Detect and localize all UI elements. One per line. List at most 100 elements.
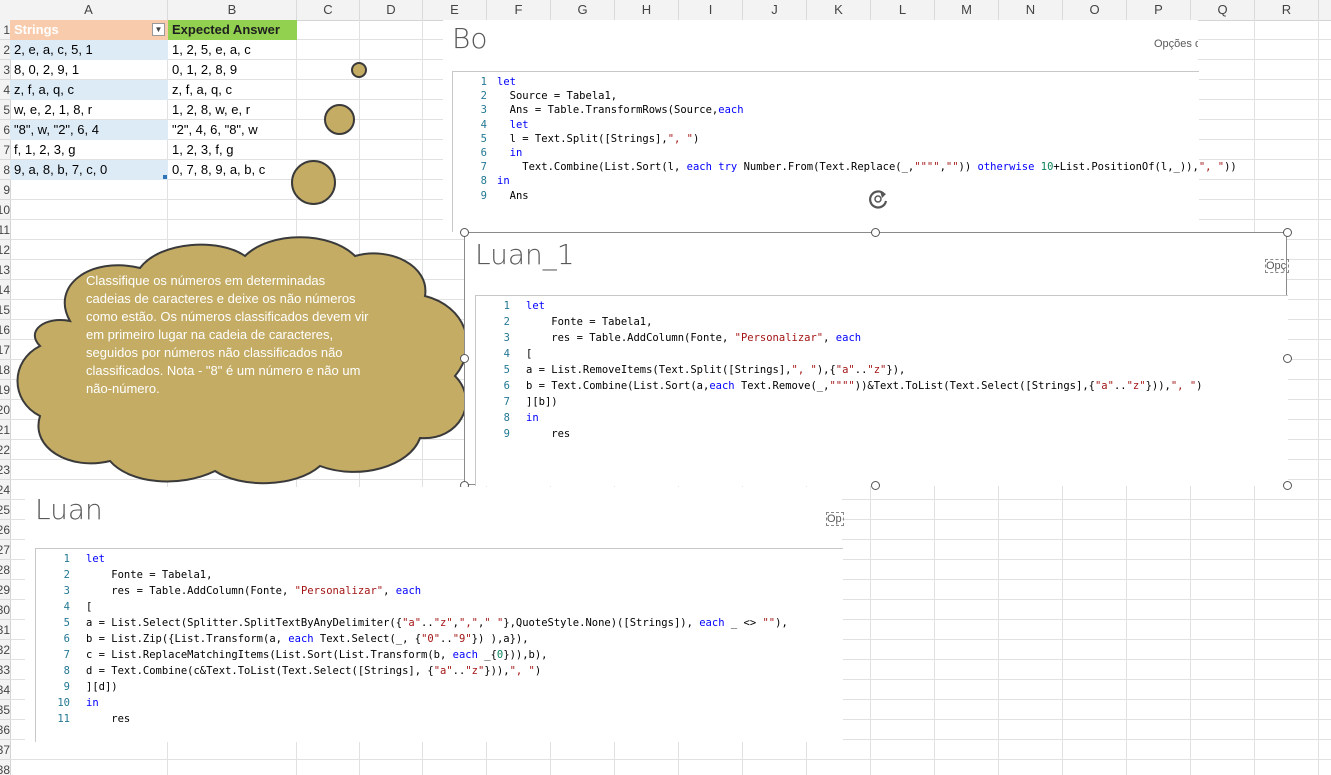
row-header-33[interactable]: 33 (0, 660, 10, 680)
row-header-31[interactable]: 31 (0, 620, 10, 640)
row-header-18[interactable]: 18 (0, 360, 10, 380)
table-cell-strings[interactable]: 2, e, a, c, 5, 1 (10, 40, 168, 60)
row-header-34[interactable]: 34 (0, 680, 10, 700)
code-line[interactable]: in (526, 412, 539, 424)
code-editor[interactable]: 1 let 2 Source = Tabela1, 3 Ans = Table.Tra… (452, 71, 1237, 232)
code-line[interactable]: b = Text.Combine(List.Sort(a,each Text.R… (526, 380, 1202, 392)
code-line[interactable]: [ (526, 348, 532, 360)
header-expected-answer[interactable]: Expected Answer (168, 20, 297, 40)
code-line[interactable]: Text.Combine(List.Sort(l, each try Numbe… (497, 161, 1236, 173)
code-line[interactable]: in (497, 147, 523, 159)
code-line[interactable]: let (497, 119, 529, 131)
row-header-10[interactable]: 10 (0, 200, 10, 220)
column-header-b[interactable]: B (168, 0, 297, 20)
table-cell-answer[interactable]: z, f, a, q, c (168, 80, 297, 100)
code-line[interactable]: a = List.Select(Splitter.SplitTextByAnyD… (86, 617, 788, 629)
header-strings[interactable]: Strings (10, 20, 168, 40)
code-editor[interactable]: 1 let 2 Fonte = Tabela1, 3 res = Table.AddC… (475, 295, 1288, 486)
code-line[interactable]: Ans = Table.TransformRows(Source,each (497, 104, 744, 116)
row-header-35[interactable]: 35 (0, 700, 10, 720)
row-header-3[interactable]: 3 (0, 60, 10, 80)
selection-handle-right[interactable] (1283, 354, 1292, 363)
column-header-m[interactable]: M (935, 0, 999, 20)
row-header-4[interactable]: 4 (0, 80, 10, 100)
panel-luan[interactable]: Luan Op 1 let 2 Fonte = Tabela1, 3 res = Ta… (25, 487, 844, 742)
column-header-o[interactable]: O (1063, 0, 1127, 20)
row-header-2[interactable]: 2 (0, 40, 10, 60)
row-header-25[interactable]: 25 (0, 500, 10, 520)
column-header-l[interactable]: L (871, 0, 935, 20)
code-line[interactable]: b = List.Zip({List.Transform(a, each Tex… (86, 633, 529, 645)
row-header-13[interactable]: 13 (0, 260, 10, 280)
column-header-f[interactable]: F (487, 0, 551, 20)
selection-handle-top-right[interactable] (1283, 228, 1292, 237)
panel-options-link[interactable]: Opç (1265, 259, 1289, 273)
code-line[interactable]: let (526, 300, 545, 312)
row-header-16[interactable]: 16 (0, 320, 10, 340)
row-header-26[interactable]: 26 (0, 520, 10, 540)
panel-options-link[interactable]: Op (826, 512, 844, 526)
row-header-15[interactable]: 15 (0, 300, 10, 320)
code-editor[interactable]: 1 let 2 Fonte = Tabela1, 3 res = Table.AddC… (35, 548, 843, 742)
callout-bubble-medium[interactable] (324, 104, 355, 135)
table-cell-strings[interactable]: z, f, a, q, c (10, 80, 168, 100)
code-line[interactable]: d = Text.Combine(c&Text.ToList(Text.Sele… (86, 665, 541, 677)
panel-options-link[interactable]: Opções d (1154, 38, 1198, 50)
row-header-11[interactable]: 11 (0, 220, 10, 240)
selection-handle-top[interactable] (871, 228, 880, 237)
table-cell-answer[interactable]: 0, 1, 2, 8, 9 (168, 60, 297, 80)
selection-handle-bottom-right[interactable] (1283, 481, 1292, 490)
code-line[interactable]: in (497, 175, 510, 187)
table-cell-strings[interactable]: "8", w, "2", 6, 4 (10, 120, 168, 140)
code-line[interactable]: Fonte = Tabela1, (86, 569, 212, 581)
code-line[interactable]: a = List.RemoveItems(Text.Split([Strings… (526, 364, 905, 376)
column-header-h[interactable]: H (615, 0, 679, 20)
code-line[interactable]: Source = Tabela1, (497, 90, 617, 102)
table-resize-handle[interactable] (163, 175, 167, 179)
table-cell-strings[interactable]: 9, a, 8, b, 7, c, 0 (10, 160, 168, 180)
code-line[interactable]: res = Table.AddColumn(Fonte, "Personaliz… (526, 332, 861, 344)
code-line[interactable]: let (497, 76, 516, 88)
table-cell-answer[interactable]: 1, 2, 3, f, g (168, 140, 297, 160)
row-header-23[interactable]: 23 (0, 460, 10, 480)
table-cell-strings[interactable]: w, e, 2, 1, 8, r (10, 100, 168, 120)
row-header-21[interactable]: 21 (0, 420, 10, 440)
row-header-30[interactable]: 30 (0, 600, 10, 620)
row-header-14[interactable]: 14 (0, 280, 10, 300)
table-cell-answer[interactable]: 1, 2, 5, e, a, c (168, 40, 297, 60)
code-line[interactable]: res (86, 713, 130, 725)
row-header-8[interactable]: 8 (0, 160, 10, 180)
row-header-6[interactable]: 6 (0, 120, 10, 140)
code-line[interactable]: Ans (497, 190, 529, 202)
row-header-20[interactable]: 20 (0, 400, 10, 420)
column-header-k[interactable]: K (807, 0, 871, 20)
selection-handle-top-left[interactable] (460, 228, 469, 237)
table-cell-answer[interactable]: 1, 2, 8, w, e, r (168, 100, 297, 120)
code-line[interactable]: ][d]) (86, 681, 118, 693)
callout-bubble-small[interactable] (351, 62, 367, 78)
panel-luan-1[interactable]: Luan_1 Opç 1 let 2 Fonte = Tabela1, 3 res =… (464, 232, 1289, 486)
code-line[interactable]: l = Text.Split([Strings],", ") (497, 133, 700, 145)
code-line[interactable]: res (526, 428, 570, 440)
row-header-19[interactable]: 19 (0, 380, 10, 400)
code-line[interactable]: Fonte = Tabela1, (526, 316, 652, 328)
row-header-36[interactable]: 36 (0, 720, 10, 740)
column-header-a[interactable]: A (10, 0, 168, 20)
row-header-24[interactable]: 24 (0, 480, 10, 500)
code-line[interactable]: let (86, 553, 105, 565)
panel-bo[interactable]: Bo Opções d 1 let 2 Source = Tabela1, 3 Ans… (443, 20, 1237, 232)
column-header-p[interactable]: P (1127, 0, 1191, 20)
row-header-17[interactable]: 17 (0, 340, 10, 360)
row-header-29[interactable]: 29 (0, 580, 10, 600)
selection-handle-left[interactable] (460, 354, 469, 363)
callout-bubble-large[interactable] (291, 160, 336, 205)
code-line[interactable]: in (86, 697, 99, 709)
row-header-38[interactable]: 38 (0, 760, 10, 775)
column-header-n[interactable]: N (999, 0, 1063, 20)
code-line[interactable]: res = Table.AddColumn(Fonte, "Personaliz… (86, 585, 421, 597)
column-header-d[interactable]: D (360, 0, 423, 20)
column-header-j[interactable]: J (743, 0, 807, 20)
selection-handle-bottom[interactable] (871, 481, 880, 490)
column-header-g[interactable]: G (551, 0, 615, 20)
code-line[interactable]: c = List.ReplaceMatchingItems(List.Sort(… (86, 649, 548, 661)
